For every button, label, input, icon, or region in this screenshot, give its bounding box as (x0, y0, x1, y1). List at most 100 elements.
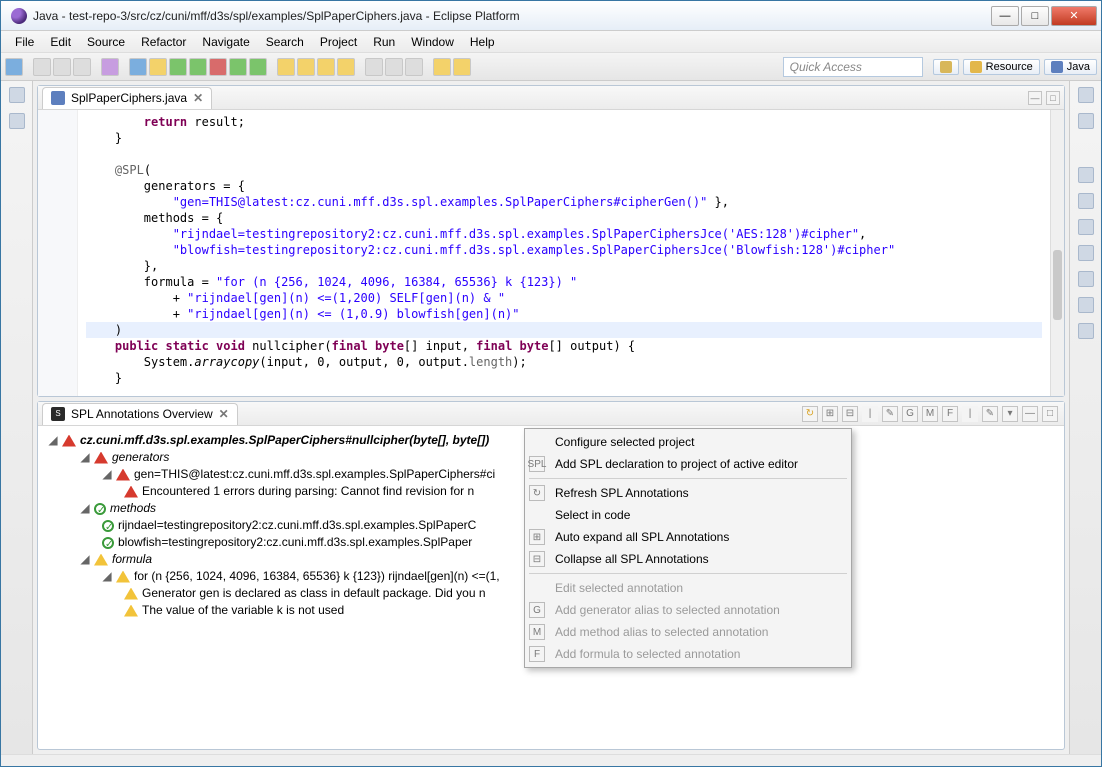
spl-tree[interactable]: ◢ cz.cuni.mff.d3s.spl.examples.SplPaperC… (38, 426, 1064, 690)
maximize-pane-icon[interactable]: □ (1042, 406, 1058, 422)
expand-all-icon[interactable]: ⊞ (822, 406, 838, 422)
menu-source[interactable]: Source (79, 33, 133, 51)
editor-tab[interactable]: SplPaperCiphers.java ✕ (42, 87, 212, 109)
coverage-button[interactable] (209, 58, 227, 76)
editor-scrollbar[interactable] (1050, 110, 1064, 396)
tree-item[interactable]: for (n {256, 1024, 4096, 16384, 65536} k… (134, 568, 500, 585)
menu-run[interactable]: Run (365, 33, 403, 51)
save-all-button[interactable] (53, 58, 71, 76)
context-menu-item: MAdd method alias to selected annotation (525, 621, 851, 643)
menu-refactor[interactable]: Refactor (133, 33, 194, 51)
run-button[interactable] (189, 58, 207, 76)
perspective-java[interactable]: Java (1044, 59, 1097, 75)
view-shortcut-icon[interactable] (9, 113, 25, 129)
perspective-resource[interactable]: Resource (963, 59, 1040, 75)
menu-item-icon (529, 507, 545, 523)
quick-access-input[interactable]: Quick Access (783, 57, 923, 77)
ok-icon (102, 520, 114, 532)
external-tools-button[interactable] (249, 58, 267, 76)
menu-item-icon (529, 580, 545, 596)
menu-navigate[interactable]: Navigate (194, 33, 257, 51)
back-button[interactable] (433, 58, 451, 76)
maximize-button[interactable]: □ (1021, 6, 1049, 26)
tree-formula[interactable]: formula (112, 551, 152, 568)
view-shortcut-icon[interactable] (1078, 323, 1094, 339)
task-list-icon[interactable] (1078, 113, 1094, 129)
menu-search[interactable]: Search (258, 33, 312, 51)
annotation-nav-button[interactable] (385, 58, 403, 76)
context-menu-item[interactable]: SPLAdd SPL declaration to project of act… (525, 453, 851, 475)
edit-icon[interactable]: ✎ (882, 406, 898, 422)
save-button[interactable] (33, 58, 51, 76)
tree-root[interactable]: cz.cuni.mff.d3s.spl.examples.SplPaperCip… (80, 432, 489, 449)
view-shortcut-icon[interactable] (9, 87, 25, 103)
formula-icon[interactable]: F (942, 406, 958, 422)
build-button[interactable] (101, 58, 119, 76)
context-menu-item[interactable]: ↻Refresh SPL Annotations (525, 482, 851, 504)
warning-icon (116, 571, 130, 583)
tree-generators[interactable]: generators (112, 449, 169, 466)
view-menu-icon[interactable]: ▾ (1002, 406, 1018, 422)
context-menu-item[interactable]: Select in code (525, 504, 851, 526)
search-button[interactable] (365, 58, 383, 76)
collapse-all-icon[interactable]: ⊟ (842, 406, 858, 422)
close-tab-icon[interactable]: ✕ (219, 407, 229, 421)
tree-warn-msg[interactable]: Generator gen is declared as class in de… (142, 585, 486, 602)
close-tab-icon[interactable]: ✕ (193, 91, 203, 105)
code-editor[interactable]: return result; } @SPL( generators = { "g… (38, 110, 1064, 396)
ok-icon (102, 537, 114, 549)
skip-breakpoints-icon[interactable] (149, 58, 167, 76)
maximize-pane-icon[interactable]: □ (1046, 91, 1060, 105)
new-interface-button[interactable] (317, 58, 335, 76)
view-shortcut-icon[interactable] (1078, 219, 1094, 235)
refresh-icon[interactable]: ↻ (802, 406, 818, 422)
context-menu-item: FAdd formula to selected annotation (525, 643, 851, 665)
view-shortcut-icon[interactable] (1078, 297, 1094, 313)
context-menu-item[interactable]: Configure selected project (525, 431, 851, 453)
close-button[interactable]: ✕ (1051, 6, 1097, 26)
new-package-button[interactable] (277, 58, 295, 76)
link-icon[interactable]: ✎ (982, 406, 998, 422)
menu-project[interactable]: Project (312, 33, 365, 51)
view-shortcut-icon[interactable] (1078, 245, 1094, 261)
minimize-pane-icon[interactable]: — (1022, 406, 1038, 422)
tree-item[interactable]: gen=THIS@latest:cz.cuni.mff.d3s.spl.exam… (134, 466, 495, 483)
spl-tab[interactable]: S SPL Annotations Overview ✕ (42, 403, 238, 425)
new-class-button[interactable] (297, 58, 315, 76)
task-button[interactable] (405, 58, 423, 76)
tree-item[interactable]: rijndael=testingrepository2:cz.cuni.mff.… (118, 517, 476, 534)
forward-button[interactable] (453, 58, 471, 76)
error-icon (62, 435, 76, 447)
method-icon[interactable]: M (922, 406, 938, 422)
debug-button[interactable] (169, 58, 187, 76)
minimize-button[interactable]: — (991, 6, 1019, 26)
editor-pane: SplPaperCiphers.java ✕ — □ return result… (37, 85, 1065, 397)
warning-icon (124, 605, 138, 617)
error-icon (124, 486, 138, 498)
menu-help[interactable]: Help (462, 33, 503, 51)
print-button[interactable] (73, 58, 91, 76)
tree-methods[interactable]: methods (110, 500, 156, 517)
context-menu-item[interactable]: ⊞Auto expand all SPL Annotations (525, 526, 851, 548)
outline-view-icon[interactable] (1078, 87, 1094, 103)
minimize-pane-icon[interactable]: — (1028, 91, 1042, 105)
open-perspective-button[interactable] (933, 59, 959, 75)
ok-icon (94, 503, 106, 515)
menu-file[interactable]: File (7, 33, 42, 51)
tree-warn-msg[interactable]: The value of the variable k is not used (142, 602, 344, 619)
context-menu-item[interactable]: ⊟Collapse all SPL Annotations (525, 548, 851, 570)
view-shortcut-icon[interactable] (1078, 167, 1094, 183)
debug-config-icon[interactable] (129, 58, 147, 76)
tree-item[interactable]: blowfish=testingrepository2:cz.cuni.mff.… (118, 534, 472, 551)
run-last-button[interactable] (229, 58, 247, 76)
menu-window[interactable]: Window (403, 33, 462, 51)
view-shortcut-icon[interactable] (1078, 271, 1094, 287)
new-button[interactable] (5, 58, 23, 76)
open-type-button[interactable] (337, 58, 355, 76)
tree-error-msg[interactable]: Encountered 1 errors during parsing: Can… (142, 483, 474, 500)
menu-item-icon: ↻ (529, 485, 545, 501)
menu-edit[interactable]: Edit (42, 33, 79, 51)
view-shortcut-icon[interactable] (1078, 193, 1094, 209)
gen-icon[interactable]: G (902, 406, 918, 422)
titlebar: Java - test-repo-3/src/cz/cuni/mff/d3s/s… (1, 1, 1101, 31)
